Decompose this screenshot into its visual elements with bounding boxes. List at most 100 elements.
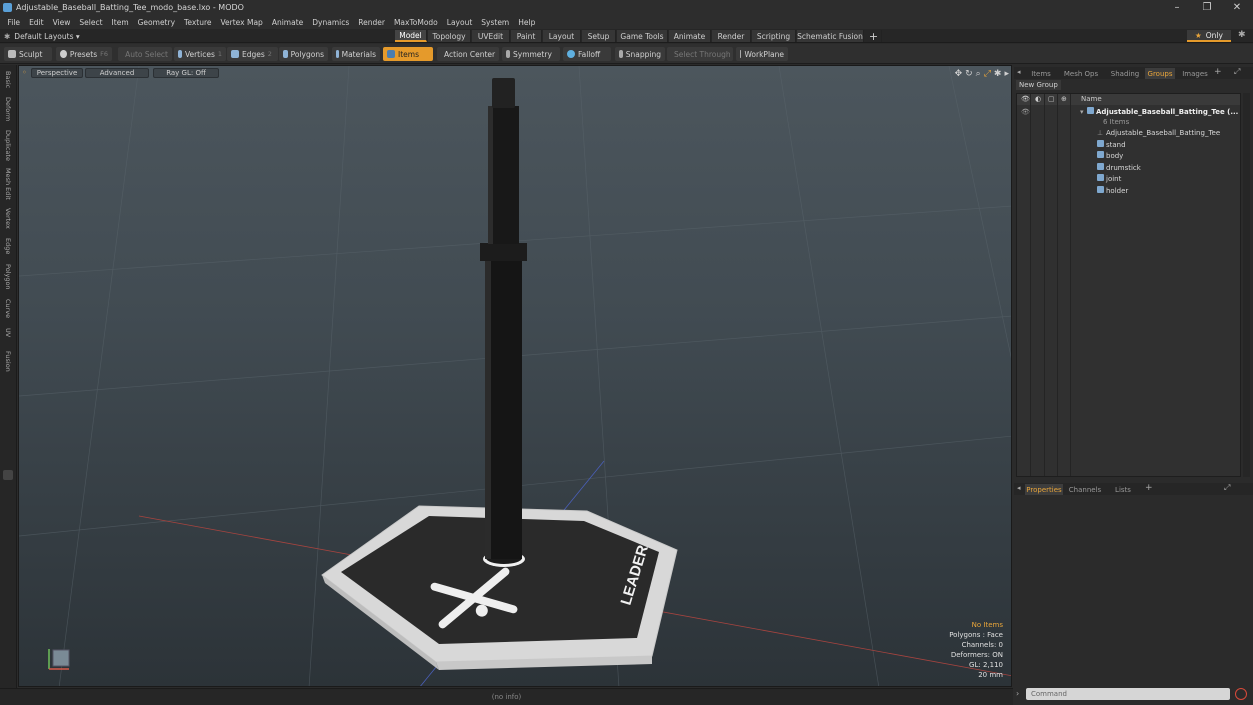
add-panel-tab-icon[interactable]: + (1214, 67, 1222, 77)
maximize-button[interactable]: ❐ (1193, 0, 1221, 15)
list-item[interactable]: ⊥ Adjustable_Baseball_Batting_Tee (1017, 127, 1240, 139)
add-tab-button[interactable]: + (866, 30, 882, 43)
menu-animate[interactable]: Animate (267, 18, 307, 27)
tab-animate[interactable]: Animate (669, 30, 711, 42)
items-button[interactable]: Items (383, 47, 433, 61)
close-button[interactable]: ✕ (1223, 0, 1251, 15)
menu-dynamics[interactable]: Dynamics (308, 18, 354, 27)
panel-menu-icon[interactable]: ◂ (1017, 68, 1021, 76)
panel-expand-icon[interactable]: ⤢ (1224, 483, 1230, 493)
viewport-settings-icon[interactable]: ✱ (994, 69, 1002, 79)
tab-setup[interactable]: Setup (582, 30, 616, 42)
tab-uvedit[interactable]: UVEdit (472, 30, 510, 42)
tab-schematic-fusion[interactable]: Schematic Fusion (797, 30, 864, 42)
tab-lists[interactable]: Lists (1110, 484, 1136, 495)
menu-edit[interactable]: Edit (25, 18, 49, 27)
tab-topology[interactable]: Topology (428, 30, 471, 42)
view-type-button[interactable]: Perspective (31, 68, 83, 78)
viewport-scene[interactable]: LEADER (19, 66, 1012, 687)
menu-texture[interactable]: Texture (180, 18, 216, 27)
visibility-eye-icon[interactable]: 👁 (1021, 108, 1030, 116)
polygons-button[interactable]: Polygons (279, 47, 328, 61)
tab-uv[interactable]: UV (2, 325, 14, 341)
collapse-arrow-icon[interactable]: ▾ (1080, 108, 1084, 116)
list-item[interactable]: drumstick (1017, 162, 1240, 174)
tab-vertex[interactable]: Vertex (2, 205, 14, 231)
visibility-column-icon[interactable]: 👁 (1021, 95, 1030, 103)
symmetry-button[interactable]: Symmetry (502, 47, 560, 61)
tab-items[interactable]: Items (1027, 68, 1055, 79)
menu-layout[interactable]: Layout (442, 18, 477, 27)
menu-system[interactable]: System (477, 18, 514, 27)
raygl-toggle[interactable]: Ray GL: Off (153, 68, 219, 78)
tab-layout[interactable]: Layout (543, 30, 581, 42)
tab-properties[interactable]: Properties (1025, 484, 1063, 495)
minimize-button[interactable]: – (1163, 0, 1191, 15)
command-history-arrow-icon[interactable]: › (1016, 689, 1019, 698)
menu-item[interactable]: Item (107, 18, 133, 27)
3d-viewport[interactable]: LEADER ◦ Perspective Advanced Ray GL: Of… (18, 65, 1012, 687)
auto-select-button[interactable]: Auto Select (118, 47, 172, 61)
tab-polygon[interactable]: Polygon (2, 261, 14, 293)
command-execute-button[interactable] (1235, 688, 1247, 700)
list-item[interactable]: holder (1017, 185, 1240, 197)
tab-paint[interactable]: Paint (511, 30, 542, 42)
tab-deform[interactable]: Deform (2, 95, 14, 123)
sculpt-button[interactable]: Sculpt (4, 47, 52, 61)
tab-basic[interactable]: Basic (2, 69, 14, 91)
viewport-menu-icon[interactable]: ◦ (22, 68, 27, 77)
tab-curve[interactable]: Curve (2, 297, 14, 321)
tab-channels[interactable]: Channels (1067, 484, 1103, 495)
tab-mesh-ops[interactable]: Mesh Ops (1060, 68, 1102, 79)
tab-duplicate[interactable]: Duplicate (2, 127, 14, 163)
shading-mode-button[interactable]: Advanced (85, 68, 149, 78)
panel-expand-icon[interactable]: ⤢ (1234, 67, 1240, 77)
falloff-button[interactable]: Falloff (563, 47, 611, 61)
move-view-icon[interactable]: ✥ (955, 69, 963, 79)
tab-groups[interactable]: Groups (1145, 68, 1175, 79)
menu-maxtomodo[interactable]: MaxToModo (389, 18, 442, 27)
menu-render[interactable]: Render (354, 18, 390, 27)
left-panel-toggle[interactable] (3, 470, 13, 480)
list-item[interactable]: joint (1017, 173, 1240, 185)
lock-column-icon[interactable]: ▢ (1048, 95, 1055, 103)
only-toggle[interactable]: ★ Only (1187, 30, 1231, 42)
list-item[interactable]: body (1017, 150, 1240, 162)
zoom-view-icon[interactable]: ⌕ (976, 69, 981, 79)
tab-game-tools[interactable]: Game Tools (617, 30, 668, 42)
panel-menu-icon[interactable]: ◂ (1017, 484, 1021, 492)
snapping-button[interactable]: Snapping (615, 47, 665, 61)
list-item[interactable]: stand (1017, 139, 1240, 151)
tab-fusion[interactable]: Fusion (2, 347, 14, 375)
tab-render[interactable]: Render (712, 30, 751, 42)
fit-view-icon[interactable]: ⤢ (984, 69, 991, 79)
command-input[interactable]: Command (1026, 688, 1230, 700)
layout-selector[interactable]: ✱ Default Layouts ▾ (4, 30, 80, 42)
viewport-expand-icon[interactable]: ▸ (1004, 69, 1009, 79)
tab-scripting[interactable]: Scripting (752, 30, 796, 42)
menu-help[interactable]: Help (514, 18, 540, 27)
name-column-header[interactable]: Name (1081, 95, 1102, 103)
action-center-button[interactable]: Action Center (437, 47, 499, 61)
rotate-view-icon[interactable]: ↻ (965, 69, 973, 79)
tab-shading[interactable]: Shading (1106, 68, 1144, 79)
tab-edge[interactable]: Edge (2, 235, 14, 257)
menu-view[interactable]: View (48, 18, 75, 27)
menu-select[interactable]: Select (75, 18, 107, 27)
tab-model[interactable]: Model (395, 30, 427, 42)
menu-geometry[interactable]: Geometry (133, 18, 179, 27)
layout-settings-icon[interactable]: ✱ (1238, 30, 1246, 40)
workplane-button[interactable]: WorkPlane (736, 47, 788, 61)
select-column-icon[interactable]: ⊕ (1061, 95, 1067, 103)
menu-vertex-map[interactable]: Vertex Map (216, 18, 267, 27)
render-column-icon[interactable]: ◐ (1035, 95, 1041, 103)
groups-scrollbar[interactable] (1243, 93, 1250, 477)
tab-mesh-edit[interactable]: Mesh Edit (2, 167, 14, 201)
edges-button[interactable]: Edges 2 (227, 47, 278, 61)
materials-button[interactable]: Materials (332, 47, 380, 61)
new-group-button[interactable]: New Group (1016, 80, 1061, 90)
tab-images[interactable]: Images (1179, 68, 1211, 79)
presets-button[interactable]: Presets F6 (56, 47, 112, 61)
menu-file[interactable]: File (3, 18, 25, 27)
vertices-button[interactable]: Vertices 1 (174, 47, 226, 61)
